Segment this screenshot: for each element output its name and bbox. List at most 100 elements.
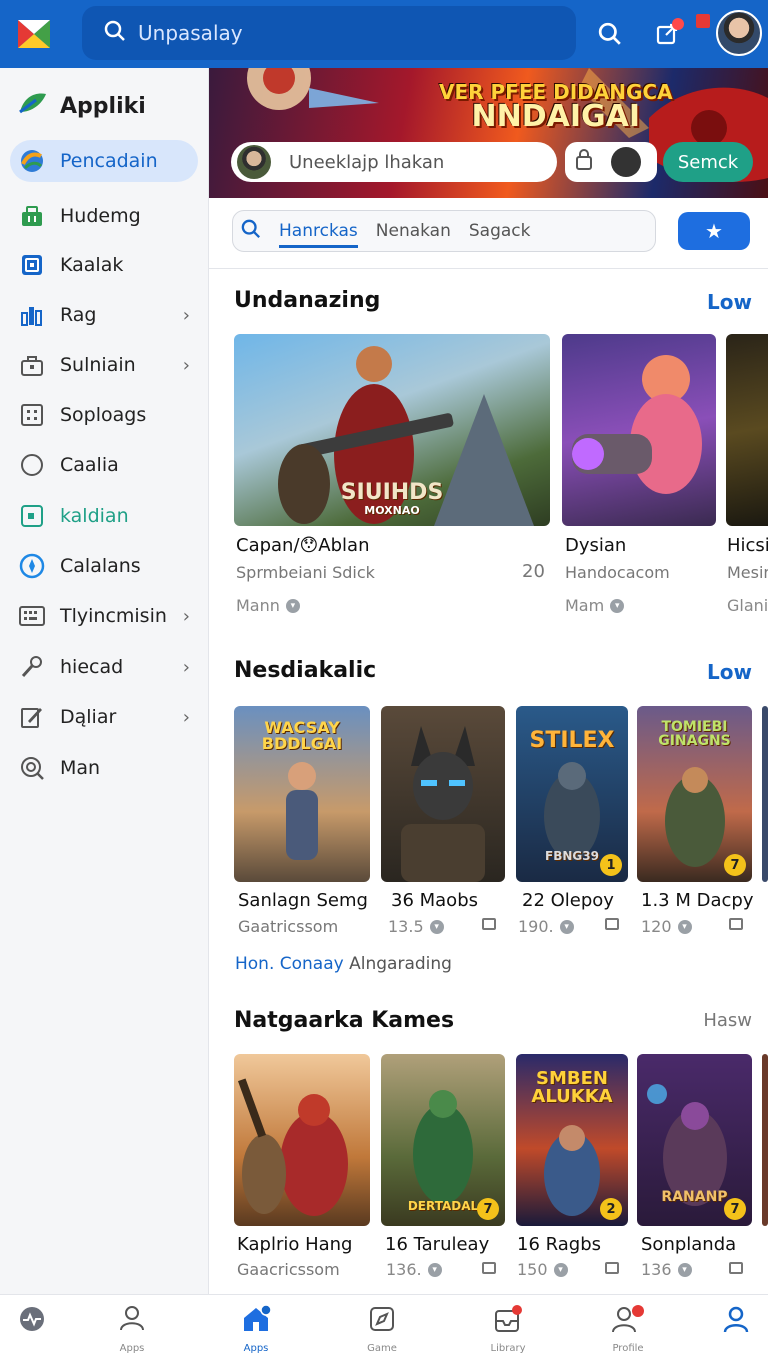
promo-banner[interactable]: VER PFEE DIDANGCA NNDAIGAI Uneeklajp lha… — [209, 68, 768, 198]
sidebar-item-kaalak[interactable]: Kaalak — [10, 244, 198, 286]
app-logo-icon[interactable] — [16, 16, 52, 52]
sidebar-item-label: Calalans — [60, 555, 141, 577]
sidebar-item-label: Sulniain — [60, 354, 136, 376]
nav-item-activity[interactable] — [12, 1305, 52, 1339]
sidebar-item-label: Soploags — [60, 404, 147, 426]
section-see-all-link[interactable]: Low — [707, 290, 752, 314]
game-art-figure — [572, 355, 702, 494]
sidebar-item-calalans[interactable]: Calalans — [10, 545, 198, 587]
game-meta-label: 136. — [386, 1260, 422, 1279]
game-card[interactable]: WACSAY BDDLGAI — [234, 706, 370, 882]
search-icon[interactable] — [241, 219, 261, 243]
section-title: Natgaarka Kames — [234, 1008, 455, 1033]
sidebar-item-label: Man — [60, 757, 101, 779]
nav-item-account[interactable] — [716, 1305, 756, 1339]
sidebar-item-tlyincmisin[interactable]: Tlyincmisin › — [10, 595, 198, 637]
nav-item-home[interactable]: Apps — [236, 1304, 276, 1354]
game-card[interactable] — [726, 334, 768, 526]
notification-badge — [672, 18, 684, 30]
share-icon[interactable] — [652, 18, 684, 50]
nav-item-apps[interactable]: Apps — [112, 1305, 152, 1354]
nav-item-profile[interactable]: Profile — [608, 1305, 648, 1354]
footer-link-label: Hon. Conaay — [235, 954, 344, 974]
circle-icon — [18, 451, 46, 479]
game-title[interactable]: 16 Taruleay — [385, 1234, 489, 1255]
game-card[interactable] — [762, 706, 768, 882]
sidebar-item-label: Dąliar — [60, 706, 117, 728]
game-meta: 136. ▾ — [386, 1260, 442, 1279]
sidebar-item-pencadain[interactable]: Pencadain — [10, 140, 198, 182]
game-title[interactable]: 1.3 M Dacpy — [641, 890, 753, 911]
avatar[interactable] — [716, 10, 762, 56]
game-card[interactable]: RANANP 7 — [637, 1054, 752, 1226]
tab-nenakan[interactable]: Nenakan — [376, 221, 451, 241]
game-title[interactable]: Sonplanda — [641, 1234, 736, 1255]
game-meta: 13.5 ▾ — [388, 917, 444, 936]
bookmark-icon[interactable] — [605, 1262, 619, 1274]
sidebar-item-hudemg[interactable]: Hudemg — [10, 195, 198, 237]
banner-input-placeholder: Uneeklajp lhakan — [289, 151, 445, 173]
sidebar-item-soploags[interactable]: Soploags — [10, 394, 198, 436]
nav-item-game[interactable]: Game — [362, 1305, 402, 1354]
game-title[interactable]: Hicsi — [727, 535, 768, 556]
sidebar-item-sulniain[interactable]: Sulniain › — [10, 344, 198, 386]
bookmark-icon[interactable] — [605, 918, 619, 930]
game-meta-label: Glanii — [727, 596, 768, 615]
bookmark-icon[interactable] — [482, 918, 496, 930]
banner-search-field[interactable]: Uneeklajp lhakan — [231, 142, 557, 182]
game-title[interactable]: 16 Ragbs — [517, 1234, 601, 1255]
sidebar-item-kaldian[interactable]: kaldian — [10, 495, 198, 537]
alert-square-icon[interactable] — [696, 14, 710, 28]
game-title[interactable]: Kaplrio Hang — [237, 1234, 352, 1255]
game-card[interactable]: DERTADAL 7 — [381, 1054, 505, 1226]
tab-sagack[interactable]: Sagack — [469, 221, 531, 241]
game-title[interactable]: Sanlagn Semg — [238, 890, 368, 911]
rank-badge: 2 — [600, 1198, 622, 1220]
game-meta: Mann ▾ — [236, 596, 300, 615]
bookmark-icon[interactable] — [729, 918, 743, 930]
game-art-logo: WACSAY BDDLGAI — [261, 718, 343, 753]
sidebar-item-caalia[interactable]: Caalia — [10, 444, 198, 486]
banner-lock-field[interactable] — [565, 142, 657, 182]
top-bar — [0, 0, 768, 68]
home-icon — [241, 1304, 272, 1337]
section-footer-link[interactable]: Hon. Conaay Alngarading — [235, 954, 452, 974]
search-icon[interactable] — [594, 18, 626, 50]
favorite-button[interactable]: ★ — [678, 212, 750, 250]
store-icon — [18, 202, 46, 230]
search-bar[interactable] — [82, 6, 576, 60]
nav-item-library[interactable]: Library — [488, 1305, 528, 1354]
game-title[interactable]: 22 Olepoy — [522, 890, 614, 911]
footer-link-text: Alngarading — [349, 954, 452, 974]
rank-badge: 7 — [724, 1198, 746, 1220]
bookmark-icon[interactable] — [482, 1262, 496, 1274]
game-card[interactable] — [381, 706, 505, 882]
sidebar-item-man[interactable]: Man — [10, 747, 198, 789]
game-card-featured[interactable]: SIUIHDS MOXNAO — [234, 334, 550, 526]
banner-search-button[interactable]: Semck — [663, 142, 753, 182]
game-title[interactable]: Dysian — [565, 535, 626, 556]
game-card[interactable] — [234, 1054, 370, 1226]
game-title[interactable]: 36 Maobs — [391, 890, 478, 911]
account-icon — [722, 1305, 750, 1337]
game-card[interactable]: TOMIEBI GINAGNS 7 — [637, 706, 752, 882]
section-see-all-link[interactable]: Hasw — [703, 1010, 752, 1031]
chevron-down-icon: ▾ — [429, 919, 444, 934]
nav-label: Game — [367, 1343, 397, 1354]
game-card[interactable] — [562, 334, 716, 526]
game-card[interactable]: STILEX FBNG39 1 — [516, 706, 628, 882]
game-title[interactable]: Capan/😯Ablan — [236, 535, 369, 556]
sidebar-item-hiecad[interactable]: hiecad › — [10, 646, 198, 688]
bag-icon — [18, 351, 46, 379]
search-input[interactable] — [138, 21, 538, 45]
game-art: TOMIEBI GINAGNS 7 — [637, 706, 752, 882]
game-meta: 136 ▾ — [641, 1260, 692, 1279]
section-see-all-link[interactable]: Low — [707, 660, 752, 684]
tab-hanrckas[interactable]: Hanrckas — [279, 221, 358, 248]
game-card[interactable]: SMBEN ALUKKA 2 — [516, 1054, 628, 1226]
game-card[interactable] — [762, 1054, 768, 1226]
sidebar-item-rag[interactable]: Rag › — [10, 294, 198, 336]
sidebar-item-daliar[interactable]: Dąliar › — [10, 696, 198, 738]
bookmark-icon[interactable] — [729, 1262, 743, 1274]
sidebar-item-label: Hudemg — [60, 205, 141, 227]
